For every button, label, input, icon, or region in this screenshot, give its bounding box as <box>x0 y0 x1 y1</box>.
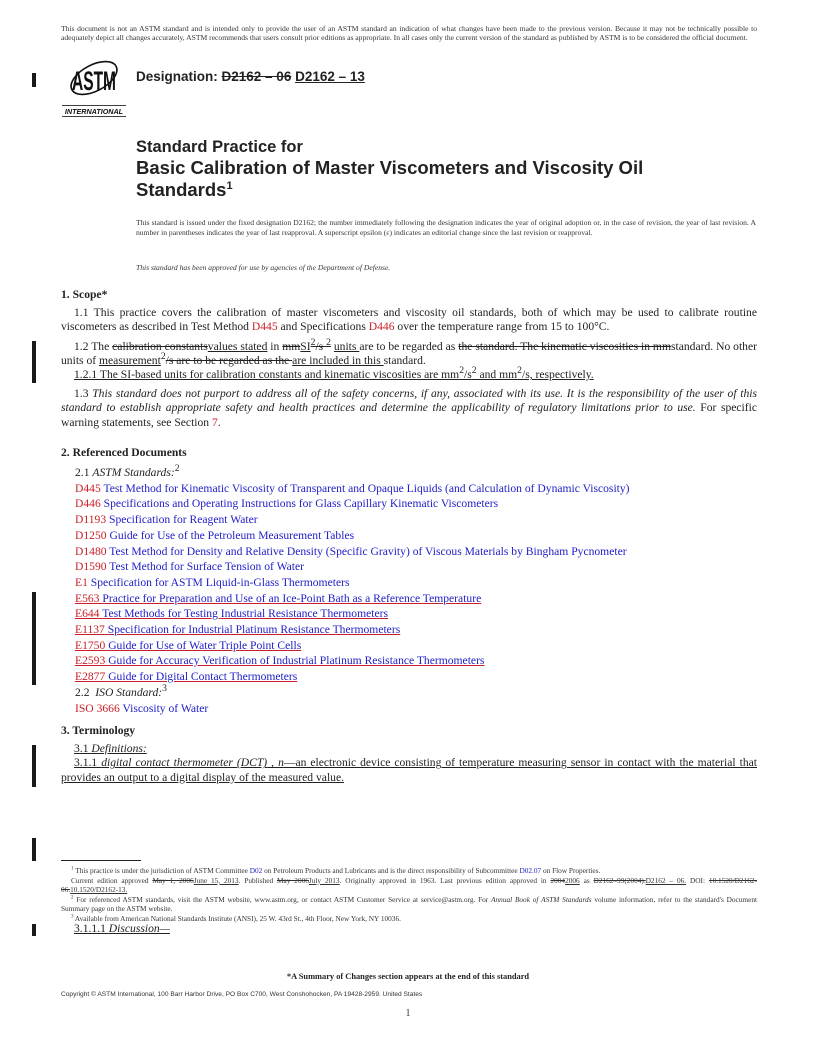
reference-code-link[interactable]: D446 <box>75 497 101 510</box>
paragraph-1-2: 1.2 The calibration constantsvalues stat… <box>61 336 757 367</box>
section-heading: 1. Scope* <box>61 288 108 301</box>
change-bar <box>32 341 36 383</box>
reference-code-link[interactable]: D1193 <box>75 513 106 526</box>
change-bar <box>32 745 36 787</box>
reference-code-link[interactable]: D445 <box>75 482 101 495</box>
svg-text:ASTM: ASTM <box>72 66 116 96</box>
reference-item: E2593 Guide for Accuracy Verification of… <box>75 653 630 669</box>
reference-title-link[interactable]: Test Method for Surface Tension of Water <box>109 560 304 573</box>
reference-title-link[interactable]: Specification for Industrial Platinum Re… <box>108 623 400 636</box>
reference-code-link[interactable]: D1480 <box>75 545 107 558</box>
dod-approval-statement: This standard has been approved for use … <box>136 263 391 272</box>
reference-item: E563 Practice for Preparation and Use of… <box>75 591 630 607</box>
title-footnote-mark: 1 <box>226 179 233 192</box>
change-bar <box>32 838 36 861</box>
reference-code-link[interactable]: E1 <box>75 576 88 589</box>
astm-standards-subheading: 2.1 ASTM Standards:2 <box>75 463 180 479</box>
reference-item: E1137 Specification for Industrial Plati… <box>75 622 630 638</box>
title-line-1: Standard Practice for <box>136 138 303 156</box>
link-d02[interactable]: D02 <box>250 866 263 875</box>
reference-item: ISO 3666 Viscosity of Water <box>75 701 630 717</box>
section-terminology: 3. Terminology 3.1 Definitions: 3.1.1 di… <box>61 724 757 785</box>
astm-logo-icon: ASTM INTERNATIONAL <box>62 60 126 117</box>
reference-code-link[interactable]: E2593 <box>75 654 105 667</box>
iso-standard-subheading: 2.2 ISO Standard:3 <box>75 682 167 699</box>
reference-item: E2877 Guide for Digital Contact Thermome… <box>75 669 630 685</box>
reference-title-link[interactable]: Guide for Accuracy Verification of Indus… <box>108 654 484 667</box>
reference-title-link[interactable]: Specification for Reagent Water <box>109 513 258 526</box>
reference-item: D445 Test Method for Kinematic Viscosity… <box>75 481 630 497</box>
reference-code-link[interactable]: D1250 <box>75 529 107 542</box>
reference-code-link[interactable]: E1137 <box>75 623 105 636</box>
change-bar <box>32 924 36 936</box>
reference-item: D1250 Guide for Use of the Petroleum Mea… <box>75 528 630 544</box>
reference-title-link[interactable]: Test Method for Kinematic Viscosity of T… <box>103 482 629 495</box>
reference-title-link[interactable]: Practice for Preparation and Use of an I… <box>102 592 481 605</box>
change-bar <box>32 592 36 685</box>
reference-code-link[interactable]: E644 <box>75 607 99 620</box>
reference-code-link[interactable]: E1750 <box>75 639 105 652</box>
designation-old: D2162 – 06 <box>221 69 292 84</box>
reference-code-link[interactable]: E2877 <box>75 670 105 683</box>
footnote-2: 2 For referenced ASTM standards, visit t… <box>61 894 758 914</box>
change-bar <box>32 73 36 87</box>
paragraph-1-1: 1.1 This practice covers the calibration… <box>61 306 757 334</box>
svg-text:INTERNATIONAL: INTERNATIONAL <box>65 107 123 116</box>
section-heading: 2. Referenced Documents <box>61 446 187 459</box>
paragraph-1-2-1: 1.2.1 The SI-based units for calibration… <box>74 365 594 382</box>
reference-code-link[interactable]: ISO 3666 <box>75 702 120 715</box>
link-d446[interactable]: D446 <box>369 320 395 333</box>
discussion-subheading: 3.1.1.1 Discussion— <box>74 922 170 935</box>
definition-dct: 3.1.1 digital contact thermometer (DCT) … <box>61 756 757 784</box>
page-number: 1 <box>405 1008 411 1019</box>
designation: Designation: D2162 – 06 D2162 – 13 <box>136 69 365 84</box>
references-list: 2.1 ASTM Standards:2 D445 Test Method fo… <box>75 463 630 717</box>
link-d02-07[interactable]: D02.07 <box>519 866 541 875</box>
designation-label: Designation: <box>136 69 222 84</box>
astm-logo: ASTM INTERNATIONAL <box>60 52 128 118</box>
footnote-1-edition: Current edition approved May 1, 2006June… <box>61 875 757 895</box>
reference-code-link[interactable]: E563 <box>75 592 99 605</box>
definitions-subheading: 3.1 Definitions: <box>74 742 147 756</box>
reference-title-link[interactable]: Specification for ASTM Liquid-in-Glass T… <box>91 576 350 589</box>
reference-item: D446 Specifications and Operating Instru… <box>75 496 630 512</box>
reference-title-link[interactable]: Guide for Use of the Petroleum Measureme… <box>109 529 354 542</box>
reference-item: E1 Specification for ASTM Liquid-in-Glas… <box>75 575 630 591</box>
reference-title-link[interactable]: Viscosity of Water <box>122 702 208 715</box>
reference-item: E1750 Guide for Use of Water Triple Poin… <box>75 638 630 654</box>
reference-item: D1193 Specification for Reagent Water <box>75 512 630 528</box>
reference-item: E644 Test Methods for Testing Industrial… <box>75 606 630 622</box>
summary-of-changes-note: *A Summary of Changes section appears at… <box>286 972 530 981</box>
reference-title-link[interactable]: Specifications and Operating Instruction… <box>104 497 498 510</box>
issued-statement: This standard is issued under the fixed … <box>136 218 756 237</box>
reference-item: D1590 Test Method for Surface Tension of… <box>75 559 630 575</box>
reference-title-link[interactable]: Guide for Use of Water Triple Point Cell… <box>108 639 301 652</box>
reference-item: D1480 Test Method for Density and Relati… <box>75 544 630 560</box>
document-title: Standard Practice for Basic Calibration … <box>136 137 756 201</box>
reference-title-link[interactable]: Guide for Digital Contact Thermometers <box>108 670 297 683</box>
reference-code-link[interactable]: D1590 <box>75 560 107 573</box>
paragraph-1-3: 1.3 This standard does not purport to ad… <box>61 387 758 429</box>
footnote-divider <box>61 860 141 861</box>
title-line-2: Basic Calibration of Master Viscometers … <box>136 157 644 178</box>
section-heading: 3. Terminology <box>61 724 136 737</box>
section-scope: 1. Scope* 1.1 This practice covers the c… <box>61 288 757 430</box>
reference-title-link[interactable]: Test Methods for Testing Industrial Resi… <box>102 607 388 620</box>
disclaimer-notice: This document is not an ASTM standard an… <box>61 24 757 43</box>
footnote-1: 1 This practice is under the jurisdictio… <box>71 866 601 875</box>
title-line-3: Standards <box>136 179 227 200</box>
copyright-line: Copyright © ASTM International, 100 Barr… <box>61 991 423 998</box>
footnotes: 1 This practice is under the jurisdictio… <box>61 866 757 924</box>
designation-new: D2162 – 13 <box>295 69 365 84</box>
link-d445[interactable]: D445 <box>252 320 278 333</box>
section-referenced-documents: 2. Referenced Documents <box>61 446 757 460</box>
reference-title-link[interactable]: Test Method for Density and Relative Den… <box>109 545 626 558</box>
